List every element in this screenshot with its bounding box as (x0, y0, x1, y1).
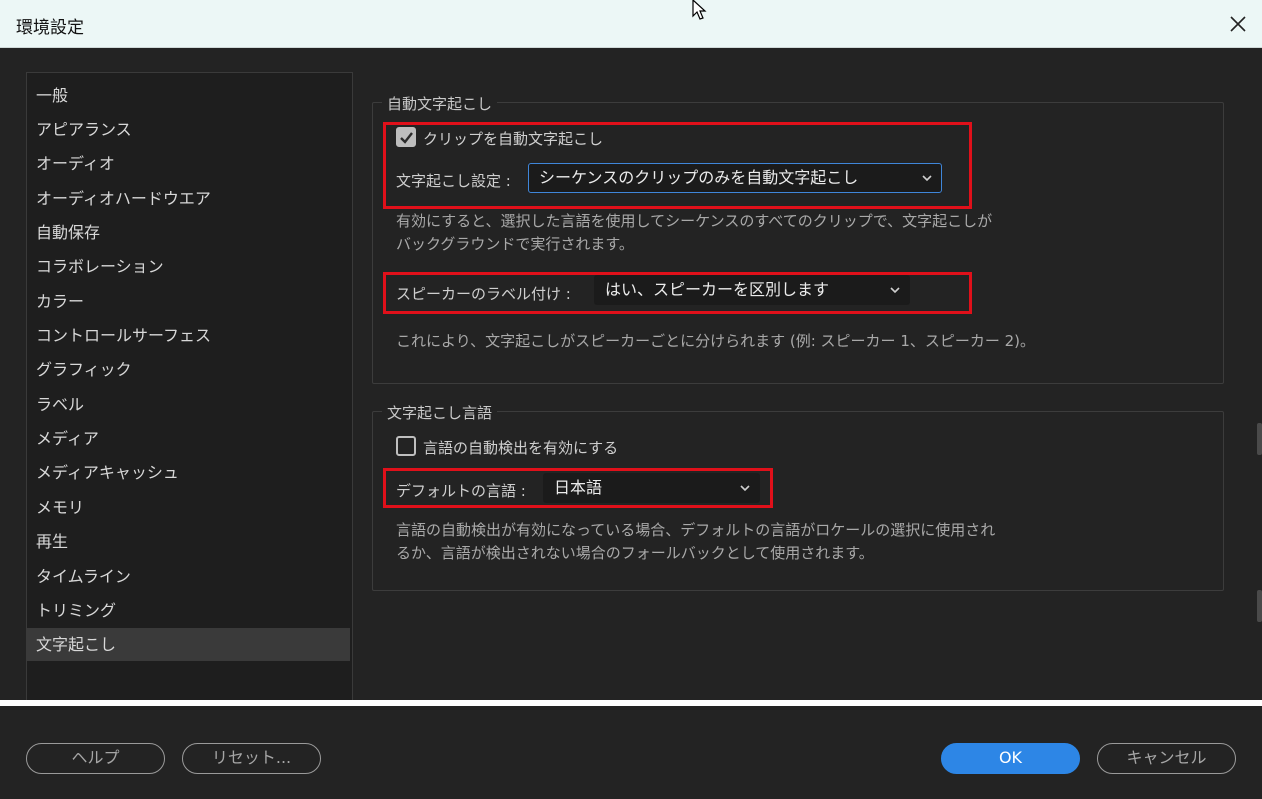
cancel-button[interactable]: キャンセル (1097, 743, 1236, 774)
highlight-box (383, 272, 972, 314)
sidebar-item-graphics[interactable]: グラフィック (27, 353, 350, 386)
close-icon[interactable] (1222, 8, 1254, 40)
window-title: 環境設定 (16, 18, 84, 38)
reset-button[interactable]: リセット... (182, 743, 321, 774)
sidebar-item-trimming[interactable]: トリミング (27, 594, 350, 627)
help-button[interactable]: ヘルプ (26, 743, 165, 774)
auto-transcription-description: 有効にすると、選択した言語を使用してシーケンスのすべてのクリップで、文字起こしが… (396, 212, 993, 253)
dialog-footer: ヘルプ リセット... OK キャンセル (0, 706, 1262, 799)
sidebar-item-collaboration[interactable]: コラボレーション (27, 250, 350, 283)
scrollbar[interactable] (1257, 590, 1262, 622)
transcription-language-group-title: 文字起こし言語 (382, 402, 498, 423)
sidebar-item-audio[interactable]: オーディオ (27, 147, 350, 180)
highlight-box (383, 122, 972, 209)
sidebar-item-playback[interactable]: 再生 (27, 525, 350, 558)
language-description: 言語の自動検出が有効になっている場合、デフォルトの言語がロケールの選択に使用され… (396, 521, 996, 562)
sidebar-item-control-surface[interactable]: コントロールサーフェス (27, 319, 350, 352)
category-list: 一般 アピアランス オーディオ オーディオハードウエア 自動保存 コラボレーショ… (26, 72, 353, 702)
sidebar-item-transcription[interactable]: 文字起こし (27, 628, 350, 661)
language-autodetect-label: 言語の自動検出を有効にする (423, 439, 619, 457)
sidebar-item-timeline[interactable]: タイムライン (27, 560, 350, 593)
sidebar-item-labels[interactable]: ラベル (27, 388, 350, 421)
sidebar-item-memory[interactable]: メモリ (27, 491, 350, 524)
preferences-body: 一般 アピアランス オーディオ オーディオハードウエア 自動保存 コラボレーショ… (0, 49, 1262, 702)
sidebar-item-color[interactable]: カラー (27, 285, 350, 318)
sidebar-item-appearance[interactable]: アピアランス (27, 113, 350, 146)
sidebar-item-media[interactable]: メディア (27, 422, 350, 455)
title-bar: 環境設定 (0, 0, 1262, 48)
language-autodetect-checkbox[interactable] (396, 436, 416, 456)
scrollbar[interactable] (1257, 423, 1262, 455)
cursor-icon (690, 0, 714, 22)
highlight-box (383, 468, 773, 508)
sidebar-item-audio-hardware[interactable]: オーディオハードウエア (27, 182, 350, 215)
auto-transcription-group-title: 自動文字起こし (382, 93, 498, 114)
speaker-labeling-description: これにより、文字起こしがスピーカーごとに分けられます (例: スピーカー 1、ス… (396, 332, 1036, 350)
sidebar-item-auto-save[interactable]: 自動保存 (27, 216, 350, 249)
sidebar-item-general[interactable]: 一般 (27, 79, 350, 112)
ok-button[interactable]: OK (941, 743, 1080, 774)
sidebar-item-media-cache[interactable]: メディアキャッシュ (27, 456, 350, 489)
